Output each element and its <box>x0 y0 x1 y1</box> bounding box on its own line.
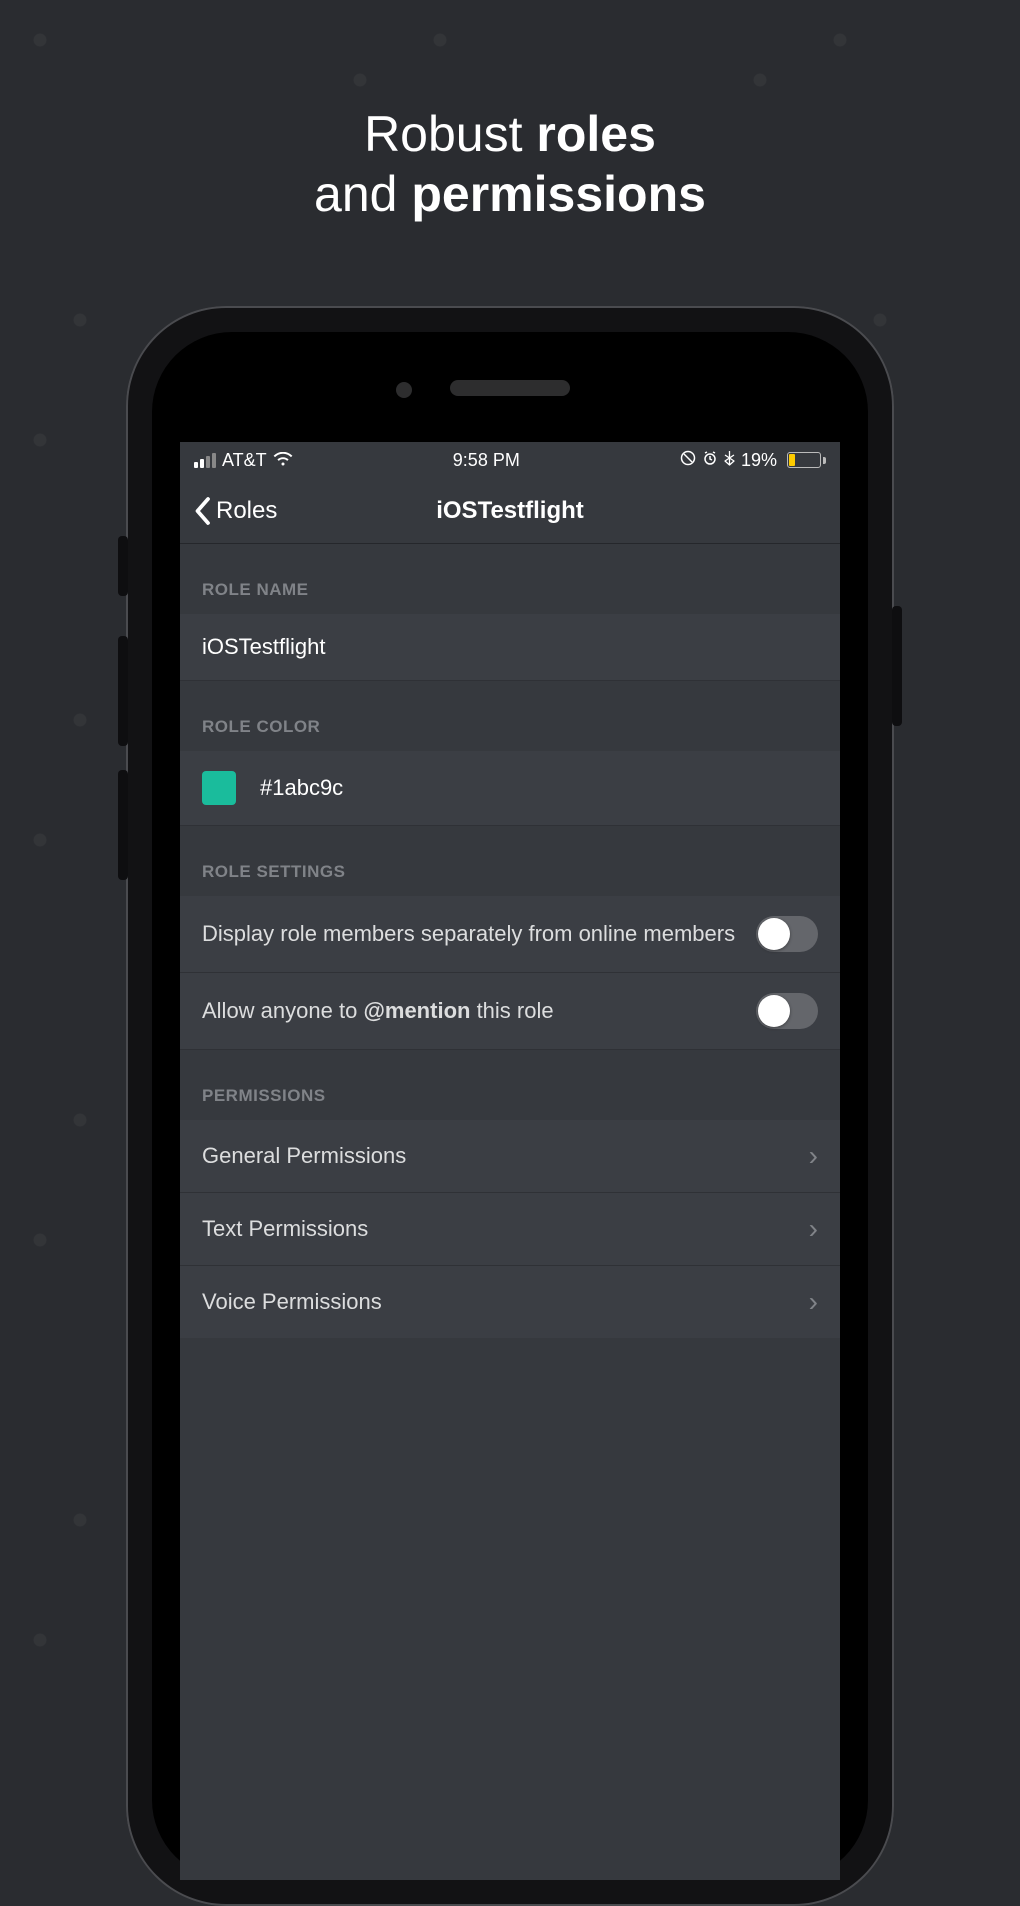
do-not-disturb-icon <box>680 450 696 471</box>
headline-bold-2: permissions <box>411 166 706 222</box>
marketing-headline: Robust roles and permissions <box>0 104 1020 224</box>
permissions-voice[interactable]: Voice Permissions › <box>180 1266 840 1338</box>
setting-display-separately[interactable]: Display role members separately from onl… <box>180 896 840 973</box>
nav-header: Roles iOSTestflight <box>180 478 840 544</box>
section-role-settings-header: ROLE SETTINGS <box>180 826 840 896</box>
headline-bold-1: roles <box>536 106 656 162</box>
permissions-voice-label: Voice Permissions <box>202 1289 382 1315</box>
toggle-allow-mention[interactable] <box>756 993 818 1029</box>
section-role-name-header: ROLE NAME <box>180 544 840 614</box>
phone-frame: AT&T 9:58 PM 19% <box>126 306 894 1906</box>
phone-volume-up <box>118 636 128 746</box>
role-color-value: #1abc9c <box>260 775 343 801</box>
section-role-color-header: ROLE COLOR <box>180 681 840 751</box>
permissions-general-label: General Permissions <box>202 1143 406 1169</box>
phone-mute-switch <box>118 536 128 596</box>
role-name-input[interactable]: iOSTestflight <box>180 614 840 681</box>
signal-icon <box>194 453 216 468</box>
phone-camera <box>396 382 412 398</box>
battery-icon <box>783 452 826 468</box>
nav-title: iOSTestflight <box>180 497 840 525</box>
carrier-label: AT&T <box>222 450 267 471</box>
headline-text-2: and <box>314 166 411 222</box>
phone-speaker <box>450 380 570 396</box>
chevron-right-icon: › <box>809 1140 818 1172</box>
color-swatch <box>202 771 236 805</box>
screen: AT&T 9:58 PM 19% <box>180 442 840 1880</box>
phone-bezel: AT&T 9:58 PM 19% <box>152 332 868 1880</box>
permissions-text-label: Text Permissions <box>202 1216 368 1242</box>
back-label: Roles <box>216 497 277 525</box>
status-bar: AT&T 9:58 PM 19% <box>180 442 840 478</box>
role-color-picker[interactable]: #1abc9c <box>180 751 840 826</box>
content: ROLE NAME iOSTestflight ROLE COLOR #1abc… <box>180 544 840 1338</box>
status-left: AT&T <box>194 450 293 471</box>
battery-percent: 19% <box>741 450 777 471</box>
back-button[interactable]: Roles <box>192 496 277 526</box>
bluetooth-icon <box>724 450 735 471</box>
section-permissions-header: PERMISSIONS <box>180 1050 840 1120</box>
chevron-right-icon: › <box>809 1286 818 1318</box>
wifi-icon <box>273 450 293 471</box>
permissions-general[interactable]: General Permissions › <box>180 1120 840 1193</box>
setting-allow-mention[interactable]: Allow anyone to @mention this role <box>180 973 840 1050</box>
setting-display-separately-label: Display role members separately from onl… <box>202 921 756 947</box>
phone-volume-down <box>118 770 128 880</box>
setting-allow-mention-label: Allow anyone to @mention this role <box>202 998 756 1024</box>
alarm-icon <box>702 450 718 471</box>
role-name-value: iOSTestflight <box>202 634 326 660</box>
permissions-text[interactable]: Text Permissions › <box>180 1193 840 1266</box>
toggle-display-separately[interactable] <box>756 916 818 952</box>
phone-power-button <box>892 606 902 726</box>
headline-text-1: Robust <box>364 106 536 162</box>
status-right: 19% <box>680 450 826 471</box>
status-time: 9:58 PM <box>453 450 520 471</box>
chevron-left-icon <box>192 496 212 526</box>
chevron-right-icon: › <box>809 1213 818 1245</box>
